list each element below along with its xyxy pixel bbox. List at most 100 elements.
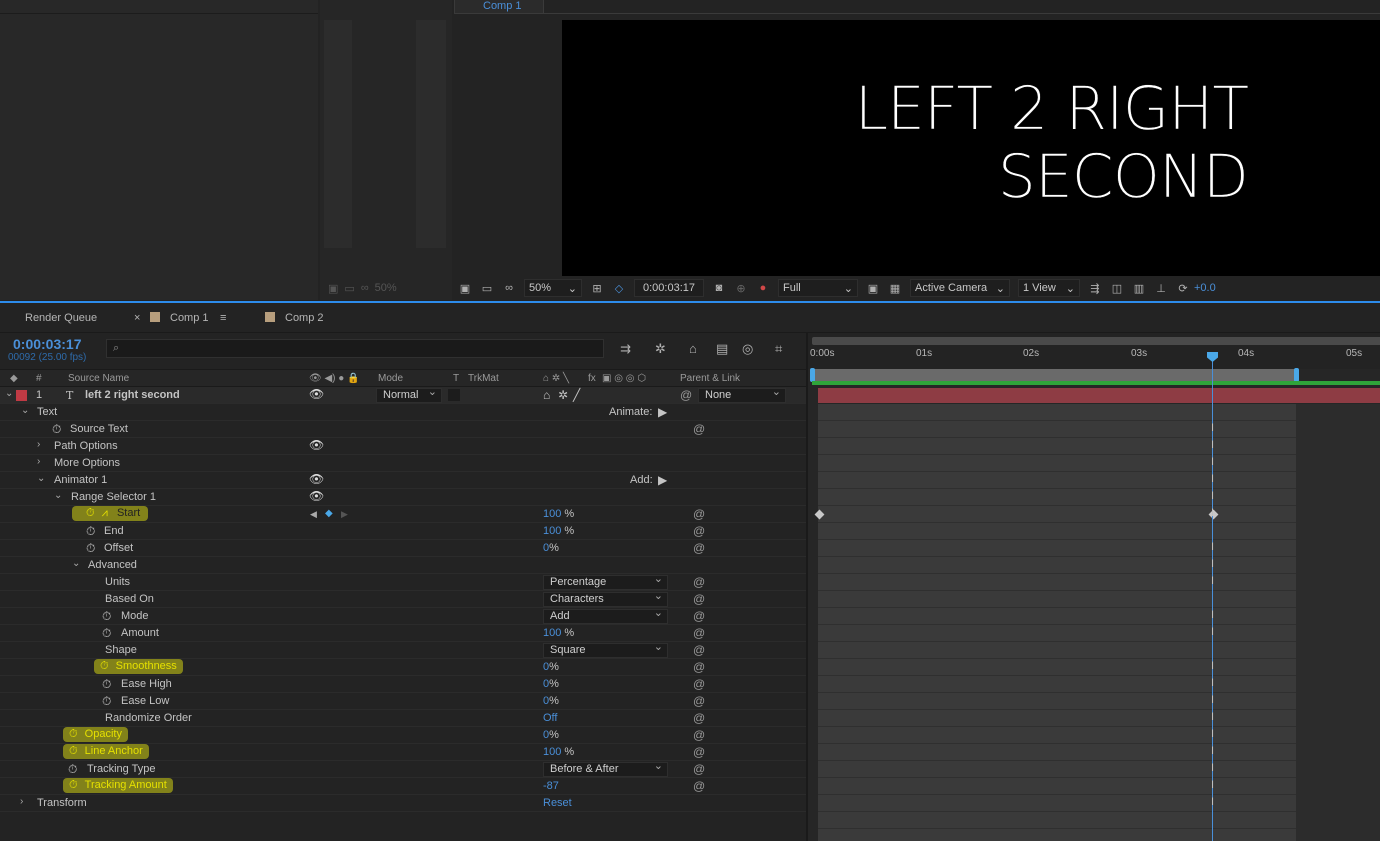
randomize-value[interactable]: Off [543, 712, 557, 724]
prop-line-anchor-value[interactable]: 100 % [543, 746, 574, 758]
tab-comp1[interactable]: Comp 1 [150, 312, 209, 324]
prop-tracking-amount[interactable]: ⏱ Tracking Amount -87 @ [0, 778, 806, 795]
next-keyframe-icon[interactable]: ▶ [341, 509, 348, 520]
prop-more-options[interactable]: › More Options [0, 455, 806, 472]
prop-start-value[interactable]: 100 % [543, 508, 574, 520]
stopwatch-icon[interactable]: ⏱ [102, 626, 111, 641]
reset-link[interactable]: Reset [543, 797, 572, 809]
timeline-icon[interactable]: ▥ [1128, 282, 1150, 295]
prop-ease-low-value[interactable]: 0% [543, 695, 559, 707]
label-color-swatch[interactable] [16, 390, 27, 401]
prop-line-anchor[interactable]: ⏱ Line Anchor 100 % @ [0, 744, 806, 761]
draft-3d-icon[interactable]: ✲ [655, 341, 666, 357]
prop-source-text[interactable]: ⏱ Source Text @ [0, 421, 806, 438]
prop-smoothness[interactable]: ⏱ Smoothness 0% @ [0, 659, 806, 676]
pickwhip-icon[interactable]: @ [693, 694, 705, 708]
stopwatch-icon[interactable]: ⏱ [68, 762, 77, 777]
stopwatch-icon[interactable]: ⏱ [102, 677, 111, 692]
fit-icon[interactable]: ⊞ [586, 282, 608, 295]
snapshot-icon[interactable]: ▣ [454, 282, 476, 295]
col-parent[interactable]: Parent & Link [680, 373, 740, 384]
prop-amount[interactable]: ⏱ Amount 100 % @ [0, 625, 806, 642]
prop-opacity-value[interactable]: 0% [543, 729, 559, 741]
tab-menu-icon[interactable]: ≡ [220, 312, 226, 324]
layer-row[interactable]: ⌄ 1 T left 2 right second 👁 Normal ⌂ ✲ ╱… [0, 386, 806, 404]
exposure-reset-icon[interactable]: ⟳ [1172, 282, 1194, 295]
motion-blur-icon[interactable]: ◎ [742, 341, 753, 357]
parent-select[interactable]: None [698, 386, 786, 403]
based-on-select[interactable]: Characters [543, 590, 668, 607]
chevron-down-icon[interactable]: ⌄ [72, 558, 80, 569]
mask-visibility-icon[interactable]: ∞ [498, 282, 520, 294]
prop-ease-high[interactable]: ⏱ Ease High 0% @ [0, 676, 806, 693]
prop-based-on[interactable]: Based On Characters @ [0, 590, 806, 608]
pickwhip-icon[interactable]: @ [693, 677, 705, 691]
chevron-down-icon[interactable]: ⌄ [21, 405, 29, 416]
eye-icon[interactable]: 👁 [309, 438, 324, 452]
close-icon[interactable]: × [134, 312, 140, 324]
toggle-view-icon[interactable]: ⇶ [1084, 282, 1106, 295]
pickwhip-icon[interactable]: @ [693, 779, 705, 793]
channel-icon[interactable]: ⊕ [730, 282, 752, 295]
prop-animator1[interactable]: ⌄ Animator 1 👁 Add: ▶ [0, 472, 806, 489]
pickwhip-icon[interactable]: @ [693, 575, 705, 589]
collapse-switch-icon[interactable]: ✲ [558, 388, 568, 402]
stopwatch-icon[interactable]: ⏱ [69, 728, 78, 740]
draft-3d-icon[interactable]: ◫ [1106, 282, 1128, 295]
pickwhip-icon[interactable]: @ [693, 609, 705, 623]
prop-ease-low[interactable]: ⏱ Ease Low 0% @ [0, 693, 806, 710]
layer-search-input[interactable]: ⌕ [106, 339, 604, 358]
pickwhip-icon[interactable]: @ [693, 660, 705, 674]
chevron-down-icon[interactable]: ⌄ [37, 473, 45, 484]
timecode-field[interactable]: 0:00:03:17 [634, 279, 704, 297]
monitor-icon[interactable]: ▭ [476, 282, 498, 295]
add-menu-icon[interactable]: ▶ [658, 473, 667, 487]
trkmat-box[interactable] [448, 389, 460, 401]
stopwatch-icon[interactable]: ⏱ [52, 422, 61, 437]
units-select[interactable]: Percentage [543, 573, 668, 590]
work-area-bar[interactable] [812, 369, 1296, 381]
monitor-icon[interactable]: ▭ [344, 282, 354, 295]
prop-end-value[interactable]: 100 % [543, 525, 574, 537]
keyframe-diamond-icon[interactable]: ◆ [325, 508, 333, 519]
quality-switch-icon[interactable]: ╱ [573, 388, 580, 402]
resolution-select[interactable]: Full ⌄ [778, 279, 858, 297]
stopwatch-icon[interactable]: ⏱ [69, 779, 78, 791]
pickwhip-icon[interactable]: @ [693, 626, 705, 640]
composition-canvas[interactable]: LEFT 2 RIGHT SECOND [562, 20, 1380, 276]
col-mode[interactable]: Mode [378, 373, 403, 384]
pickwhip-icon[interactable]: @ [693, 592, 705, 606]
camera-icon[interactable]: ◙ [708, 282, 730, 294]
eye-icon[interactable]: 👁 [309, 387, 324, 401]
camera-select[interactable]: Active Camera ⌄ [910, 279, 1010, 297]
pickwhip-icon[interactable]: @ [693, 507, 705, 521]
layer-duration-bar[interactable] [818, 388, 1380, 403]
prop-units[interactable]: Units Percentage @ [0, 573, 806, 591]
transparency-grid-icon[interactable]: ▦ [884, 282, 906, 295]
col-trkmat[interactable]: TrkMat [468, 373, 499, 384]
composition-flowchart-icon[interactable]: ⇉ [620, 341, 631, 357]
property-track-area[interactable] [818, 404, 1296, 841]
current-time[interactable]: 0:00:03:17 [13, 336, 82, 352]
prop-transform[interactable]: › Transform Reset [0, 795, 806, 812]
stopwatch-icon[interactable]: ⏱ [86, 541, 95, 556]
pickwhip-icon[interactable]: @ [693, 762, 705, 776]
stopwatch-icon[interactable]: ⏱ [100, 660, 109, 672]
mode-select[interactable]: Add [543, 607, 668, 624]
prop-shape[interactable]: Shape Square @ [0, 641, 806, 659]
eye-icon[interactable]: 👁 [309, 472, 324, 486]
mask-icon[interactable]: ∞ [361, 282, 369, 294]
prop-offset-value[interactable]: 0% [543, 542, 559, 554]
pickwhip-icon[interactable]: @ [693, 728, 705, 742]
tracking-type-select[interactable]: Before & After [543, 760, 668, 777]
chevron-right-icon[interactable]: › [37, 456, 40, 467]
prop-range-selector[interactable]: ⌄ Range Selector 1 👁 [0, 489, 806, 506]
shy-switch-icon[interactable]: ⌂ [543, 388, 550, 402]
tab-render-queue[interactable]: Render Queue [25, 312, 97, 324]
color-icon[interactable]: ● [752, 282, 774, 294]
prop-offset[interactable]: ⏱ Offset 0% @ [0, 540, 806, 557]
stopwatch-icon[interactable]: ⏱ [69, 745, 78, 757]
shape-select[interactable]: Square [543, 641, 668, 658]
viewer-tab-comp1[interactable]: Comp 1 [454, 0, 544, 14]
animate-menu-icon[interactable]: ▶ [658, 405, 667, 419]
